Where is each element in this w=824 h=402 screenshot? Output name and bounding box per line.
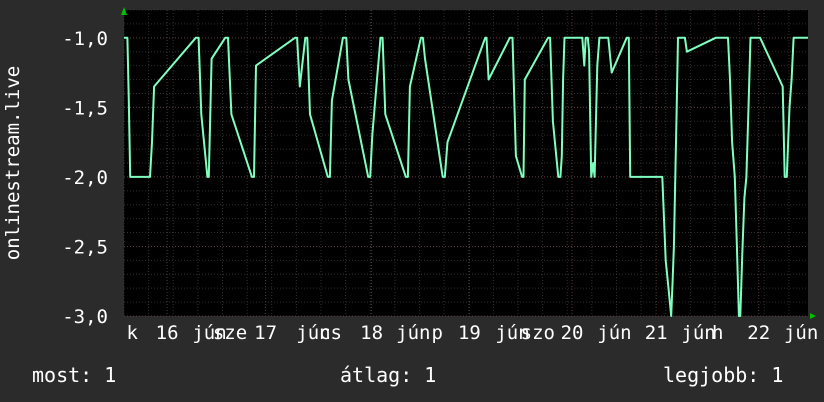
x-tick-label: szo (521, 322, 555, 344)
x-tick-label: p (432, 322, 443, 344)
x-tick-label: 21 (645, 322, 668, 344)
y-tick-label: -1,0 (62, 28, 108, 50)
y-tick-label: -2,5 (62, 236, 108, 258)
x-tick-label: 20 (561, 322, 584, 344)
y-tick-label: -1,5 (62, 97, 108, 119)
best-value: legjobb: 1 (663, 363, 784, 387)
x-tick-label: 18 (360, 322, 383, 344)
x-tick-label: 19 (458, 322, 481, 344)
y-tick-label: -2,0 (62, 167, 108, 189)
current-value: most: 1 (32, 363, 117, 387)
x-tick-label: k (126, 322, 138, 344)
x-tick-label: 22 (747, 322, 770, 344)
x-tick-label: sze (213, 322, 247, 344)
x-axis-arrow-icon (810, 313, 816, 319)
y-axis-label: onlinestream.live (2, 66, 24, 260)
y-tick-labels: -1,0 -1,5 -2,0 -2,5 -3,0 (62, 28, 108, 328)
x-tick-label: jún (784, 322, 818, 344)
x-tick-labels: k 16 júnsze 17 júncs 18 jún p 19 júnszo 20 jún 21 jún… (126, 322, 818, 344)
x-tick-label: 16 (156, 322, 179, 344)
y-tick-label: -3,0 (62, 306, 108, 328)
x-tick-label: jún (681, 322, 715, 344)
x-tick-label: jún (396, 322, 430, 344)
average-value: átlag: 1 (340, 363, 437, 387)
x-tick-label: jún (597, 322, 631, 344)
x-tick-label: h (712, 322, 723, 344)
x-tick-label: cs (319, 322, 342, 344)
x-tick-label: 17 (254, 322, 277, 344)
line-chart: k 16 júnsze 17 júncs 18 jún p 19 júnszo 20 jún 21 jún… (2, 7, 818, 344)
